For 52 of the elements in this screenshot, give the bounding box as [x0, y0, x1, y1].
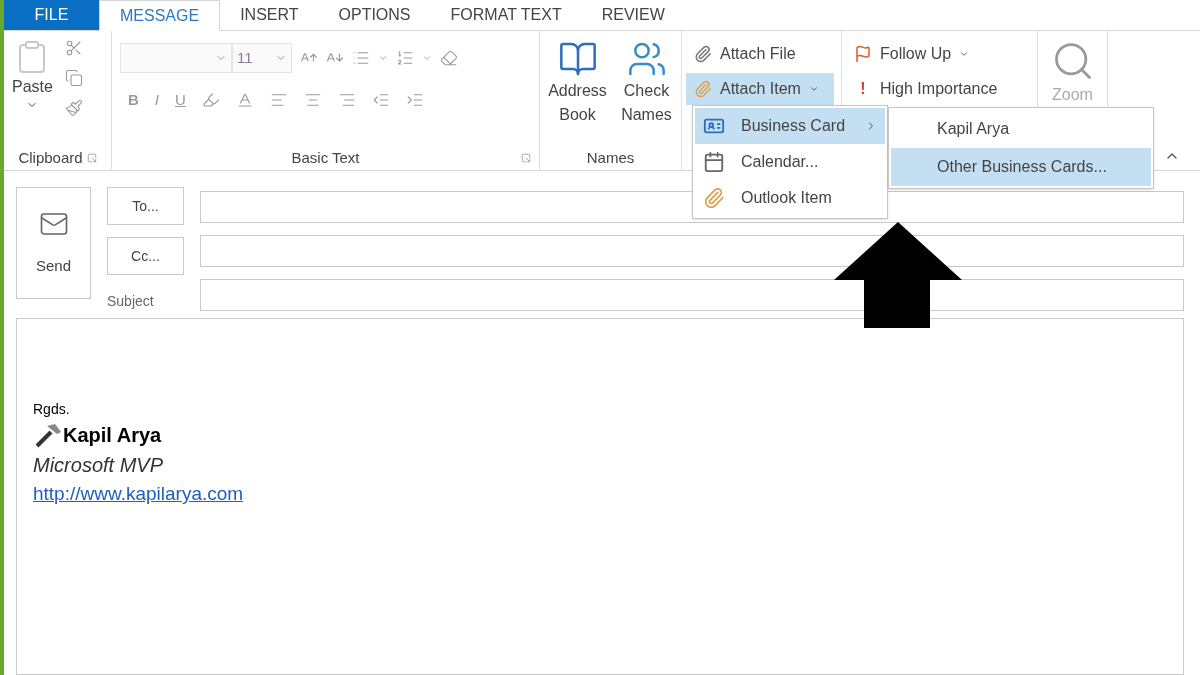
cc-field[interactable]	[200, 235, 1184, 267]
greeting-text: Rgds.	[33, 400, 70, 419]
website-link[interactable]: http://www.kapilarya.com	[33, 480, 244, 509]
dialog-launcher-icon[interactable]	[521, 153, 531, 163]
flag-icon	[854, 45, 872, 63]
address-book-button[interactable]: Address Book	[545, 39, 610, 146]
check-names-button[interactable]: Check Names	[617, 39, 676, 146]
attach-item-button[interactable]: Attach Item	[686, 73, 834, 105]
subject-field[interactable]	[200, 279, 1184, 311]
group-label: Names	[586, 147, 635, 168]
numbering-icon[interactable]	[396, 49, 414, 67]
dialog-launcher-icon[interactable]	[86, 153, 97, 163]
cut-icon[interactable]	[64, 39, 83, 57]
clear-formatting-icon[interactable]	[440, 49, 458, 67]
to-field[interactable]	[200, 191, 1184, 223]
cc-button[interactable]: Cc...	[107, 237, 184, 275]
group-label: Basic Text	[291, 147, 360, 168]
menu-item-label: Outlook Item	[741, 188, 833, 208]
group-label: Clipboard	[18, 147, 83, 168]
message-body[interactable]: Rgds. Kapil Arya Microsoft MVP http://www.kapilarya.com	[16, 318, 1184, 675]
importance-mark: !	[859, 79, 867, 99]
high-importance-button[interactable]: ! High Importance	[854, 73, 1025, 105]
font-name-field[interactable]	[120, 43, 232, 73]
signature-name: Kapil Arya	[63, 423, 162, 448]
paste-button[interactable]: Paste	[12, 39, 53, 146]
menu-item[interactable]: Outlook Item	[695, 180, 885, 216]
paperclip-icon	[694, 45, 712, 63]
ribbon-tab[interactable]: MESSAGE	[99, 0, 221, 31]
highlight-icon[interactable]	[201, 91, 220, 110]
ribbon-tab[interactable]: FORMAT TEXT	[430, 0, 582, 30]
font-size-field[interactable]: 11	[232, 43, 292, 73]
copy-icon[interactable]	[64, 69, 83, 87]
attach-file-button[interactable]: Attach File	[686, 39, 837, 69]
file-tab[interactable]: FILE	[4, 0, 99, 30]
ribbon-tab[interactable]: OPTIONS	[318, 0, 431, 30]
menu-item-label: Calendar...	[741, 152, 820, 172]
menu-item[interactable]: Calendar...	[695, 144, 885, 180]
calendar-icon	[703, 151, 725, 173]
ribbon-tab[interactable]: REVIEW	[581, 0, 685, 30]
signature-title: Microsoft MVP	[33, 453, 164, 478]
paperclip-icon	[703, 187, 725, 209]
follow-up-button[interactable]: Follow Up	[854, 39, 1025, 69]
menu-item-label: Business Card	[741, 116, 847, 136]
format-painter-icon[interactable]	[64, 99, 83, 117]
bullets-icon[interactable]	[352, 49, 370, 67]
to-button[interactable]: To...	[107, 187, 184, 225]
send-button[interactable]: Send	[16, 187, 91, 299]
paperclip-icon	[694, 80, 712, 98]
menu-item[interactable]: Other Business Cards...	[891, 148, 1151, 186]
ribbon-tab[interactable]: INSERT	[220, 0, 319, 30]
subject-label: Subject	[107, 292, 155, 311]
menu-item[interactable]: Business Card	[695, 108, 885, 144]
